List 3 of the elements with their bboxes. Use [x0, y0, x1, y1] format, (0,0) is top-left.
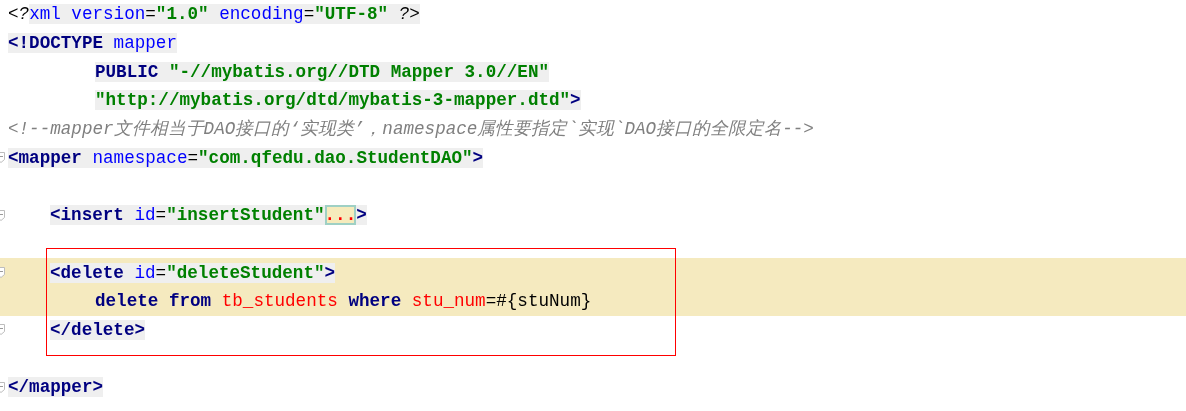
code-line: delete from tb_students where stu_num=#{stuNum}	[95, 290, 592, 314]
code-line: <?xml version="1.0" encoding="UTF-8" ?>	[8, 3, 420, 27]
code-line: <!--mapper文件相当于DAO接口的‘实现类’，namespace属性要指定`实现`DAO接口的全限定名-->	[8, 118, 814, 142]
